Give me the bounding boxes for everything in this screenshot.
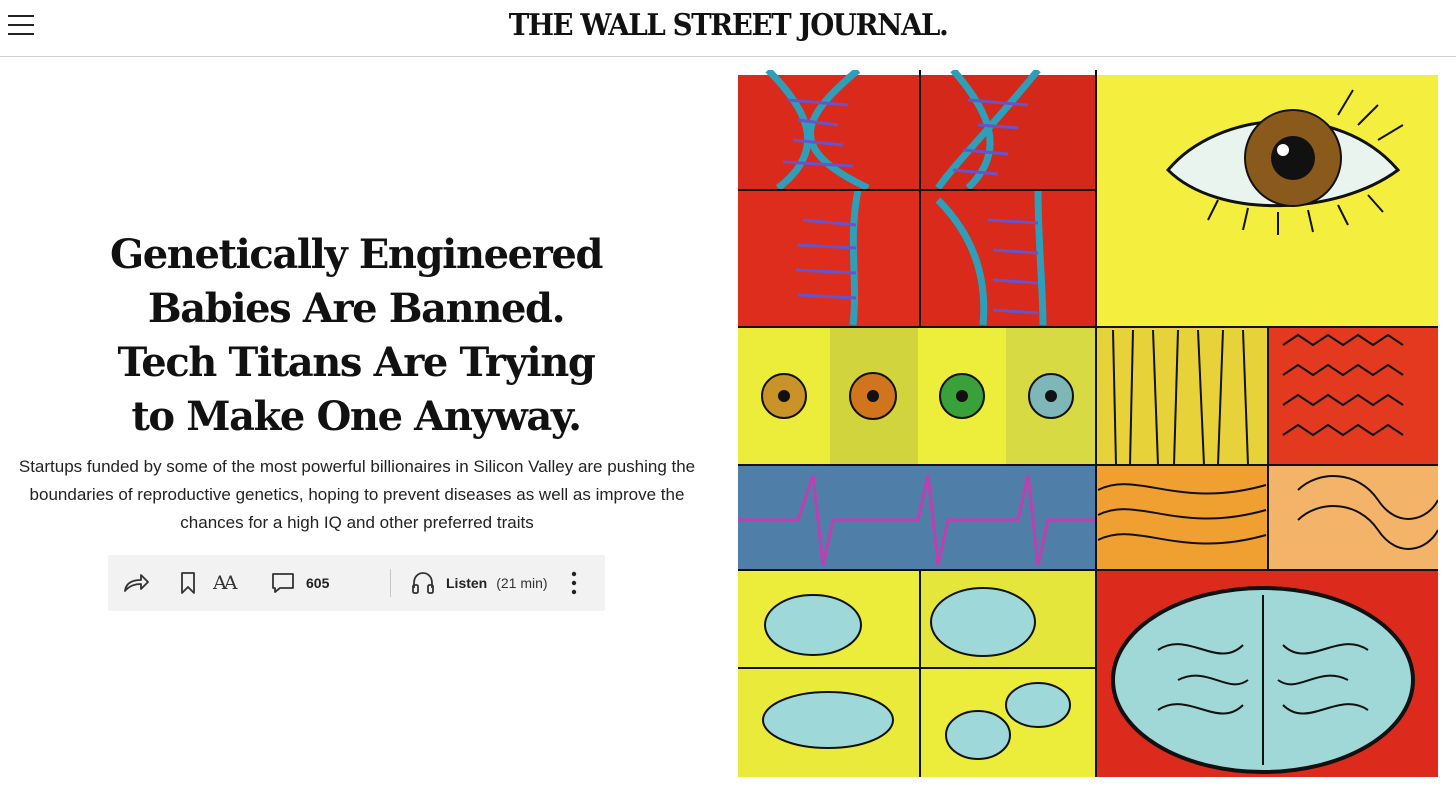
- menu-icon[interactable]: [8, 13, 34, 37]
- comment-icon: [272, 573, 294, 593]
- brain-panel: [1096, 570, 1438, 777]
- article-toolbar: AA 605 Listen (21 min): [108, 555, 605, 611]
- headphones-icon: [412, 572, 434, 594]
- text-size-icon: AA: [213, 572, 238, 594]
- dna-panel: [738, 70, 1096, 327]
- article-headline: Genetically Engineered Babies Are Banned…: [109, 231, 603, 440]
- eye-panel: [1096, 75, 1438, 327]
- bookmark-icon: [181, 572, 195, 594]
- iris-panel: [738, 327, 1096, 465]
- comment-count: 605: [306, 575, 330, 591]
- top-bar: THE WALL STREET JOURNAL.: [0, 0, 1456, 57]
- article-dek: Startups funded by some of the most powe…: [18, 457, 696, 532]
- more-vertical-icon: [571, 571, 577, 595]
- comments-button[interactable]: 605: [270, 555, 329, 611]
- bookmark-button[interactable]: [180, 555, 196, 611]
- listen-duration: (21 min): [496, 575, 548, 591]
- share-button[interactable]: [122, 555, 150, 611]
- text-size-button[interactable]: AA: [213, 555, 238, 611]
- heartbeat-panel: [738, 465, 1096, 570]
- share-icon: [124, 574, 149, 592]
- listen-button[interactable]: Listen (21 min): [410, 555, 548, 611]
- masthead-logo[interactable]: THE WALL STREET JOURNAL.: [58, 8, 1398, 43]
- toolbar-divider: [390, 569, 391, 597]
- article-illustration: [738, 70, 1438, 777]
- listen-label: Listen: [446, 575, 488, 591]
- embryo-panel: [738, 570, 1096, 777]
- more-options-button[interactable]: [570, 555, 578, 611]
